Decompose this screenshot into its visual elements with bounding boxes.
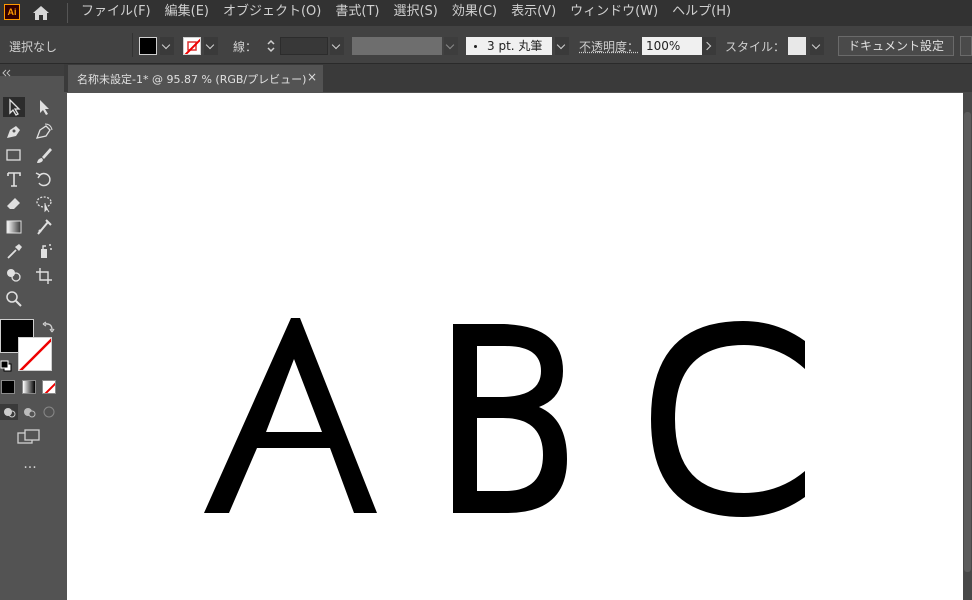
home-icon[interactable] <box>32 4 50 22</box>
color-mode-button[interactable] <box>1 380 15 394</box>
fill-swatch[interactable] <box>139 37 157 55</box>
eraser-tool-icon[interactable] <box>3 193 25 213</box>
menu-select[interactable]: 選択(S) <box>386 0 444 26</box>
swap-colors-icon[interactable] <box>42 319 56 333</box>
fill-dropdown[interactable] <box>160 37 174 55</box>
opacity-input[interactable]: 100% <box>642 37 702 55</box>
selection-status: 選択なし <box>9 40 58 54</box>
stroke-weight-input[interactable] <box>280 37 328 55</box>
menu-help[interactable]: ヘルプ(H) <box>665 0 738 26</box>
menu-object[interactable]: オブジェクト(O) <box>216 0 328 26</box>
graphic-style-swatch[interactable] <box>788 37 806 55</box>
artboard[interactable] <box>67 93 963 600</box>
draw-inside-icon[interactable] <box>40 404 58 420</box>
stroke-weight-label: 線： <box>233 40 258 54</box>
preferences-button[interactable] <box>960 36 972 56</box>
shape-builder-tool-icon[interactable] <box>3 265 25 285</box>
draw-behind-icon[interactable] <box>20 404 38 420</box>
document-tab-bar: 名称未設定-1* @ 95.87 % (RGB/プレビュー) × <box>64 64 972 92</box>
letter-a-shape[interactable] <box>204 318 377 513</box>
stroke-weight-dropdown[interactable] <box>330 37 344 55</box>
eyedropper-tool-icon[interactable] <box>3 241 25 261</box>
edit-toolbar-button[interactable]: ... <box>20 457 40 472</box>
zoom-tool-icon[interactable] <box>3 289 25 309</box>
paintbrush-tool-icon[interactable] <box>33 145 55 165</box>
menu-items: ファイル(F) 編集(E) オブジェクト(O) 書式(T) 選択(S) 効果(C… <box>74 0 738 26</box>
brush-definition[interactable]: 3 pt. 丸筆 <box>466 37 552 55</box>
letter-b-shape[interactable] <box>453 324 567 513</box>
symbol-sprayer-tool-icon[interactable] <box>33 241 55 261</box>
scrollbar-thumb[interactable] <box>964 112 971 572</box>
opacity-label[interactable]: 不透明度： <box>579 38 639 55</box>
curvature-tool-icon[interactable] <box>33 121 55 141</box>
style-label: スタイル： <box>725 40 786 54</box>
selection-tool-icon[interactable] <box>3 97 25 117</box>
document-tab-title: 名称未設定-1* @ 95.87 % (RGB/プレビュー) <box>77 73 307 86</box>
artboard-tool-icon[interactable] <box>33 265 55 285</box>
menu-bar: Ai ファイル(F) 編集(E) オブジェクト(O) 書式(T) 選択(S) 効… <box>0 0 972 26</box>
screen-mode-icon[interactable] <box>17 428 41 446</box>
stroke-swatch[interactable] <box>183 37 201 55</box>
gradient-mode-button[interactable] <box>22 380 36 394</box>
stroke-color-box[interactable] <box>18 337 52 371</box>
default-colors-icon[interactable] <box>0 357 12 372</box>
profile-dropdown[interactable] <box>444 37 458 55</box>
menu-window[interactable]: ウィンドウ(W) <box>563 0 665 26</box>
opacity-arrow[interactable] <box>702 37 716 55</box>
puppet-warp-tool-icon[interactable] <box>33 193 55 213</box>
rectangle-tool-icon[interactable] <box>3 145 25 165</box>
menu-edit[interactable]: 編集(E) <box>158 0 216 26</box>
brush-dropdown[interactable] <box>555 37 569 55</box>
document-tab[interactable]: 名称未設定-1* @ 95.87 % (RGB/プレビュー) × <box>68 65 323 92</box>
control-bar: 選択なし 線： 3 pt. 丸筆 不透明度： 100% スタイル： ドキュメント… <box>0 26 972 64</box>
menu-divider <box>67 3 68 23</box>
direct-selection-tool-icon[interactable] <box>33 97 55 117</box>
menu-view[interactable]: 表示(V) <box>504 0 563 26</box>
tools-panel: ... <box>0 64 64 600</box>
document-setup-button[interactable]: ドキュメント設定 <box>838 36 954 56</box>
close-icon[interactable]: × <box>307 70 317 84</box>
draw-normal-icon[interactable] <box>0 404 18 420</box>
stroke-dropdown[interactable] <box>204 37 218 55</box>
menu-file[interactable]: ファイル(F) <box>74 0 158 26</box>
style-dropdown[interactable] <box>810 37 824 55</box>
panel-grip[interactable] <box>0 64 64 77</box>
brush-label: 3 pt. 丸筆 <box>487 39 543 53</box>
menu-type[interactable]: 書式(T) <box>328 0 386 26</box>
variable-width-profile[interactable] <box>352 37 442 55</box>
gradient-tool-icon[interactable] <box>3 217 25 237</box>
divider <box>132 33 133 57</box>
vertical-scrollbar[interactable] <box>963 92 972 600</box>
none-mode-button[interactable] <box>42 380 56 394</box>
stroke-weight-stepper[interactable] <box>264 37 278 55</box>
rotate-tool-icon[interactable] <box>33 169 55 189</box>
app-logo[interactable]: Ai <box>4 4 20 20</box>
letter-c-shape[interactable] <box>651 321 805 517</box>
blend-tool-icon[interactable] <box>33 217 55 237</box>
type-tool-icon[interactable] <box>3 169 25 189</box>
canvas-area[interactable] <box>64 92 972 600</box>
pen-tool-icon[interactable] <box>3 121 25 141</box>
menu-effect[interactable]: 効果(C) <box>445 0 504 26</box>
